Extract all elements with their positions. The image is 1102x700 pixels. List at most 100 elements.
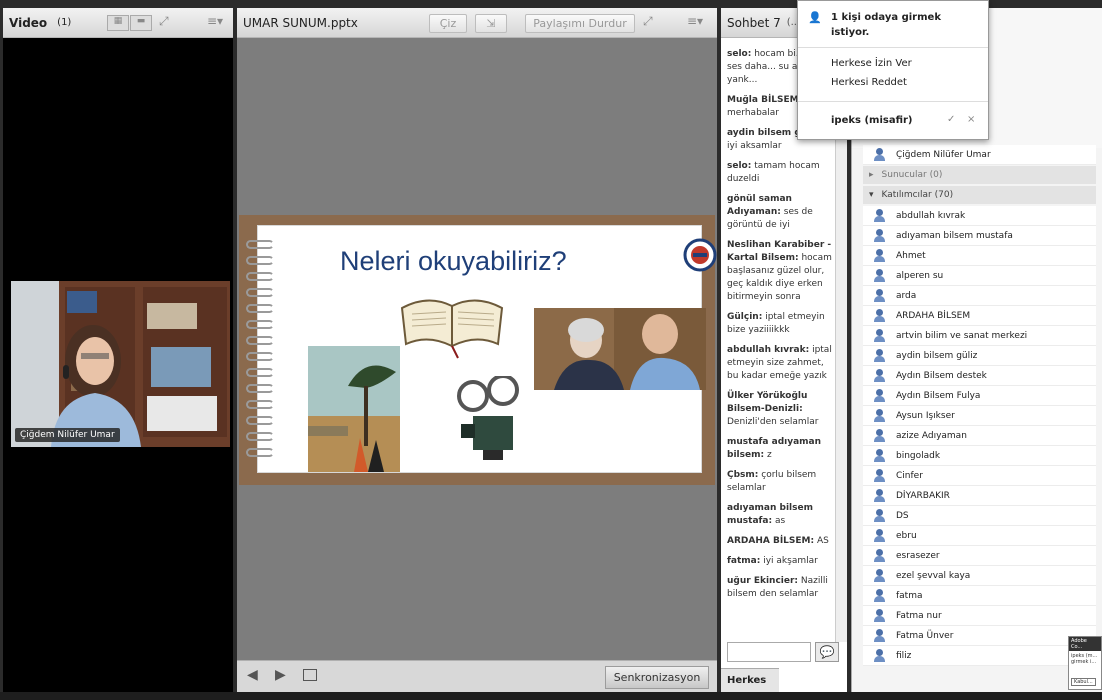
sidebar-toggle-icon[interactable] [303, 669, 317, 681]
participant-name: ebru [896, 530, 917, 541]
participant-row[interactable]: Ahmet [863, 246, 1096, 266]
user-icon [873, 289, 886, 302]
participant-row[interactable]: ebru [863, 526, 1096, 546]
participant-row[interactable]: Cinfer [863, 466, 1096, 486]
participant-row[interactable]: aydin bilsem güliz [863, 346, 1096, 366]
film-projector-image [457, 376, 519, 460]
host-row[interactable]: Çiğdem Nilüfer Umar [863, 145, 1096, 165]
chat-text: z [766, 450, 772, 460]
participant-name: abdullah kıvrak [896, 210, 966, 221]
participant-row[interactable]: adıyaman bilsem mustafa [863, 226, 1096, 246]
chat-message: mustafa adıyaman bilsem: z [727, 436, 833, 462]
chat-text: merhabalar [727, 108, 780, 118]
chat-message: Neslihan Karabiber - Kartal Bilsem: hoca… [727, 239, 833, 304]
presenters-section[interactable]: ▸ Sunucular (0) [863, 166, 1096, 184]
participant-row[interactable]: alperen su [863, 266, 1096, 286]
participants-section[interactable]: ▾ Katılımcılar (70) [863, 186, 1096, 204]
participant-name: Fatma nur [896, 610, 942, 621]
stop-sharing-button[interactable]: Paylaşımı Durdur [525, 14, 635, 33]
participant-row[interactable]: ezel şevval kaya [863, 566, 1096, 586]
open-book-image [400, 299, 504, 359]
chat-sender: ARDAHA BİLSEM: [727, 536, 815, 546]
fullscreen-icon[interactable]: ⤢ [159, 14, 169, 29]
user-icon [873, 549, 886, 562]
user-icon [873, 369, 886, 382]
guest-request-icon: 👤 [808, 11, 822, 24]
presenters-label: Sunucular (0) [881, 170, 943, 180]
participant-row[interactable]: arda [863, 286, 1096, 306]
participant-row[interactable]: azize Adıyaman [863, 426, 1096, 446]
user-icon [873, 589, 886, 602]
participant-name: arda [896, 290, 917, 301]
deny-all-button[interactable]: Herkesi Reddet [831, 77, 907, 88]
painting-image [308, 346, 400, 472]
share-pod: UMAR SUNUM.pptx Çiz ⇲ Paylaşımı Durdur ⤢… [237, 8, 717, 692]
chat-message: selo: tamam hocam duzeldi [727, 160, 833, 186]
chat-send-button[interactable]: 💬 [815, 642, 839, 662]
host-name: Çiğdem Nilüfer Umar [896, 149, 991, 160]
share-header: UMAR SUNUM.pptx Çiz ⇲ Paylaşımı Durdur ⤢… [237, 8, 717, 38]
mini-line2: girmek i... [1071, 659, 1097, 665]
mini-notification: Adobe Co... ipeks (m... girmek i... Kabu… [1068, 636, 1102, 690]
sync-button[interactable]: Senkronizasyon [605, 666, 709, 689]
participants-label: Katılımcılar (70) [881, 190, 954, 200]
chat-message: Gülçin: iptal etmeyin bize yaziiiikkk [727, 311, 833, 337]
accept-guest-button[interactable]: ✓ [947, 114, 955, 125]
chat-sender: Çbsm: [727, 470, 759, 480]
participant-row[interactable]: Aydın Bilsem Fulya [863, 386, 1096, 406]
participant-name: Cinfer [896, 470, 923, 481]
chat-message: ARDAHA BİLSEM: AS [727, 535, 833, 548]
participant-name-label: Çiğdem Nilüfer Umar [15, 428, 120, 442]
entry-request-popup: 👤 1 kişi odaya girmek istiyor. Herkese İ… [797, 0, 989, 140]
slide-title: Neleri okuyabiliriz? [340, 246, 567, 276]
next-slide-icon[interactable]: ▶ [275, 667, 286, 683]
user-icon [873, 209, 886, 222]
participant-row[interactable]: Aydın Bilsem destek [863, 366, 1096, 386]
webcam-image [11, 281, 230, 447]
participant-row[interactable]: DS [863, 506, 1096, 526]
participant-name: Aysun Işıkser [896, 410, 955, 421]
chat-sender: Gülçin: [727, 312, 763, 322]
participant-row[interactable]: Fatma nur [863, 606, 1096, 626]
chat-tab-everyone[interactable]: Herkes [721, 668, 779, 692]
participant-name: aydin bilsem güliz [896, 350, 978, 361]
pod-menu-icon[interactable]: ≡▾ [207, 14, 223, 28]
guest-name: ipeks (misafir) [831, 115, 913, 126]
participant-row[interactable]: DİYARBAKIR [863, 486, 1096, 506]
elderly-couple-photo [534, 308, 706, 390]
participant-row[interactable]: filiz [863, 646, 1096, 666]
prev-slide-icon[interactable]: ◀ [247, 667, 258, 683]
chat-message: gönül saman Adıyaman: ses de görüntü de … [727, 193, 833, 232]
pod-menu-icon[interactable]: ≡▾ [687, 14, 703, 28]
participant-row[interactable]: esrasezer [863, 546, 1096, 566]
participant-row[interactable]: ARDAHA BİLSEM [863, 306, 1096, 326]
participant-row[interactable]: bingoladk [863, 446, 1096, 466]
video-count: (1) [57, 17, 72, 28]
participant-row[interactable]: Fatma Ünver [863, 626, 1096, 646]
video-feed: Çiğdem Nilüfer Umar [11, 281, 230, 447]
user-icon [873, 249, 886, 262]
participant-row[interactable]: artvin bilim ve sanat merkezi [863, 326, 1096, 346]
grid-layout-icon[interactable]: ▦ [107, 15, 129, 31]
participant-name: esrasezer [896, 550, 940, 561]
mini-accept-button[interactable]: Kabul... [1071, 678, 1096, 686]
reject-guest-button[interactable]: × [967, 114, 975, 125]
pointer-button[interactable]: ⇲ [475, 14, 507, 33]
participant-name: ezel şevval kaya [896, 570, 971, 581]
single-layout-icon[interactable]: ▬ [130, 15, 152, 31]
fullscreen-icon[interactable]: ⤢ [643, 14, 653, 29]
chat-sender: gönül saman Adıyaman: [727, 194, 792, 217]
participant-name: adıyaman bilsem mustafa [896, 230, 1013, 241]
chat-sender: abdullah kıvrak: [727, 345, 810, 355]
share-footer: ◀ ▶ Senkronizasyon [237, 660, 717, 692]
user-icon [873, 429, 886, 442]
allow-all-button[interactable]: Herkese İzin Ver [831, 58, 912, 69]
chat-input[interactable] [727, 642, 811, 662]
chat-text: iyi akşamlar [763, 556, 818, 566]
participant-row[interactable]: Aysun Işıkser [863, 406, 1096, 426]
participant-row[interactable]: abdullah kıvrak [863, 206, 1096, 226]
draw-button[interactable]: Çiz [429, 14, 467, 33]
presentation-slide: Neleri okuyabiliriz? [239, 215, 717, 485]
chat-sender: selo: [727, 161, 752, 171]
participant-row[interactable]: fatma [863, 586, 1096, 606]
